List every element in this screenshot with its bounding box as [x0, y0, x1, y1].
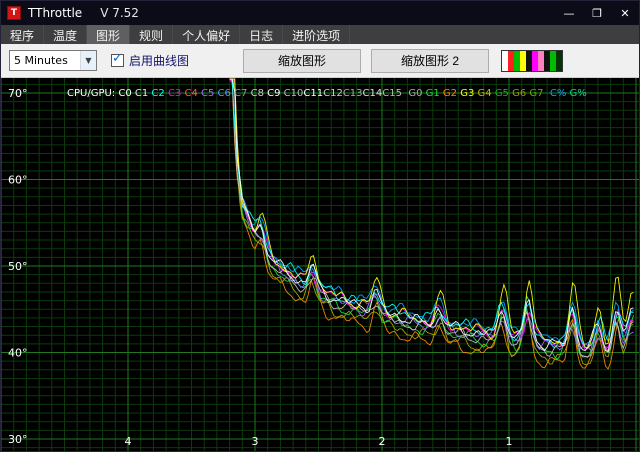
y-tick-label: 50° [8, 260, 28, 273]
checkbox-box: ✓ [111, 54, 124, 67]
check-icon: ✓ [112, 51, 123, 66]
tab-rules[interactable]: 规则 [130, 25, 173, 44]
x-tick-label: 2 [379, 435, 386, 448]
maximize-button[interactable]: ❐ [583, 1, 611, 25]
maximize-icon: ❐ [592, 7, 602, 20]
y-tick-label: 40° [8, 347, 28, 360]
temperature-chart-svg: 70° 60° 50° 40° 30° 4 3 2 1 CPU/GPU: C0 C1 C2 C3 … [1, 78, 639, 451]
interval-value: 5 Minutes [10, 54, 80, 67]
app-icon: T [7, 6, 21, 20]
y-tick-label: 60° [8, 174, 28, 187]
chart-legend: CPU/GPU: C0 C1 C2 C3 C4 C5 C6 C7 C8 C9 C… [67, 88, 587, 99]
toolbar: 5 Minutes ▼ ✓ 启用曲线图 缩放图形 缩放图形 2 [1, 44, 639, 78]
temperature-chart: 70° 60° 50° 40° 30° 4 3 2 1 CPU/GPU: C0 C1 C2 C3 … [1, 78, 639, 451]
tab-preferences[interactable]: 个人偏好 [173, 25, 240, 44]
x-tick-label: 4 [125, 435, 132, 448]
color-legend-stripes [501, 50, 563, 72]
x-tick-label: 3 [252, 435, 259, 448]
tab-advanced[interactable]: 进阶选项 [283, 25, 350, 44]
y-tick-label: 70° [8, 87, 28, 100]
tab-temperature[interactable]: 温度 [44, 25, 87, 44]
window-title: TThrottle [28, 6, 82, 20]
minimize-icon: — [564, 7, 575, 20]
color-stripe [556, 51, 562, 71]
interval-select[interactable]: 5 Minutes ▼ [9, 50, 97, 71]
close-icon: ✕ [620, 7, 629, 20]
tab-log[interactable]: 日志 [240, 25, 283, 44]
y-tick-label: 30° [8, 433, 28, 446]
tab-bar: 程序 温度 图形 规则 个人偏好 日志 进阶选项 [1, 25, 639, 44]
tthrottle-window: T TThrottle V 7.52 — ❐ ✕ 程序 温度 图形 规则 个人偏… [0, 0, 640, 452]
close-button[interactable]: ✕ [611, 1, 639, 25]
zoom-graph-button[interactable]: 缩放图形 [243, 49, 361, 73]
enable-curve-checkbox[interactable]: ✓ 启用曲线图 [111, 52, 189, 69]
app-version: V 7.52 [100, 6, 139, 20]
tab-program[interactable]: 程序 [1, 25, 44, 44]
title-bar: T TThrottle V 7.52 — ❐ ✕ [1, 1, 639, 25]
tab-graphics[interactable]: 图形 [87, 25, 130, 44]
zoom-graph-2-button[interactable]: 缩放图形 2 [371, 49, 489, 73]
enable-curve-label: 启用曲线图 [129, 52, 189, 69]
minimize-button[interactable]: — [555, 1, 583, 25]
x-tick-label: 1 [506, 435, 513, 448]
chevron-down-icon: ▼ [80, 51, 96, 70]
